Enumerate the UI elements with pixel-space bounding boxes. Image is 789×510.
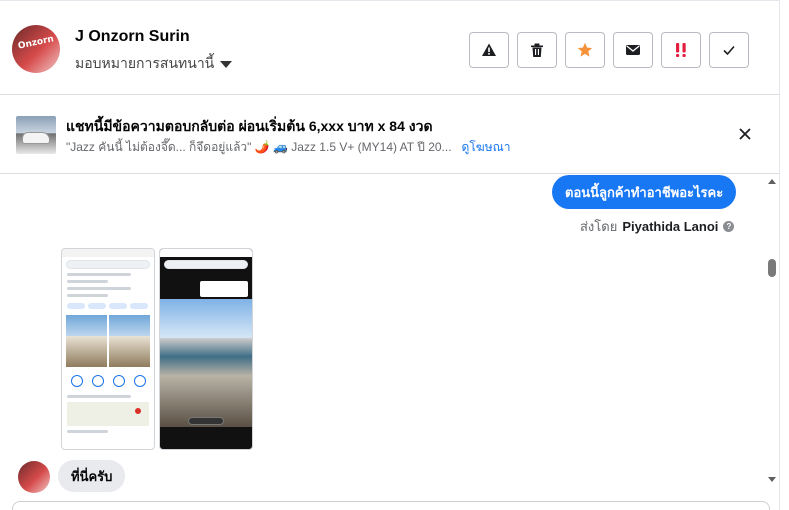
- mini-map: [67, 402, 149, 426]
- info-icon[interactable]: ?: [723, 221, 735, 232]
- phone-status-bar: [160, 249, 252, 257]
- incoming-message[interactable]: ที่นี่ครับ: [58, 460, 126, 492]
- street-view-pill: [188, 417, 224, 425]
- sent-by-prefix: ส่งโดย: [580, 219, 618, 234]
- envelope-icon: [626, 45, 640, 55]
- delete-button[interactable]: [517, 32, 557, 68]
- listing-text: [67, 395, 132, 398]
- listing-text: [67, 287, 132, 290]
- phone-status-bar: [62, 249, 154, 257]
- ad-subtitle: "Jazz คันนี้ ไม่ต้องจึ๊ด... ก็จึดอยู่แล้…: [66, 138, 510, 157]
- contact-avatar-small[interactable]: [18, 461, 50, 493]
- listing-text: [67, 294, 109, 297]
- header-actions: [469, 32, 749, 68]
- maps-search-bar: [164, 260, 248, 269]
- listing-tabs: [67, 303, 149, 309]
- trash-icon: [531, 43, 543, 57]
- image-attachment-maps-listing[interactable]: [61, 248, 155, 450]
- ad-title: แชทนี้มีข้อความตอบกลับต่อ ผ่อนเริ่มต้น 6…: [66, 118, 433, 134]
- scroll-down-arrow[interactable]: [768, 477, 776, 482]
- mark-done-button[interactable]: [709, 32, 749, 68]
- sent-by-line: ส่งโดย Piyathida Lanoi ?: [580, 216, 735, 237]
- conversation-panel: Onzorn J Onzorn Surin มอบหมายการสนทนานี้: [0, 0, 780, 510]
- car-image: [22, 132, 50, 144]
- spam-button[interactable]: [661, 32, 701, 68]
- listing-action-icons: [66, 375, 150, 387]
- maps-search-bar: [66, 260, 150, 269]
- listing-text: [67, 273, 132, 276]
- contact-name[interactable]: J Onzorn Surin: [75, 28, 190, 46]
- close-banner-button[interactable]: [734, 123, 756, 145]
- image-attachment-street-view[interactable]: [159, 248, 253, 450]
- scroll-up-arrow[interactable]: [768, 179, 776, 184]
- message-composer[interactable]: [12, 501, 770, 510]
- spam-icon: [676, 43, 686, 57]
- listing-photos: [66, 315, 150, 367]
- listing-text: [67, 430, 109, 433]
- listing-text: [67, 280, 109, 283]
- mark-unread-button[interactable]: [613, 32, 653, 68]
- report-button[interactable]: [469, 32, 509, 68]
- street-view-photo: [160, 299, 252, 427]
- warning-icon: [482, 43, 496, 56]
- scrollbar-thumb[interactable]: [768, 259, 776, 277]
- assign-conversation-dropdown[interactable]: มอบหมายการสนทนานี้: [75, 53, 233, 75]
- check-icon: [723, 45, 735, 56]
- follow-up-button[interactable]: [565, 32, 605, 68]
- avatar-text: Onzorn: [17, 34, 55, 52]
- contact-avatar[interactable]: Onzorn: [12, 25, 60, 73]
- message-thread[interactable]: ตอนนี้ลูกค้าทำอาชีพอะไรคะ ส่งโดย Piyathi…: [0, 175, 780, 501]
- ad-snippet: "Jazz คันนี้ ไม่ต้องจึ๊ด... ก็จึดอยู่แล้…: [66, 140, 452, 154]
- close-icon: [739, 128, 751, 140]
- street-view-label: [200, 281, 248, 297]
- outgoing-message[interactable]: ตอนนี้ลูกค้าทำอาชีพอะไรคะ: [552, 175, 737, 209]
- view-ad-link[interactable]: ดูโฆษณา: [462, 138, 511, 157]
- conversation-header: Onzorn J Onzorn Surin มอบหมายการสนทนานี้: [0, 5, 780, 95]
- ad-context-banner: แชทนี้มีข้อความตอบกลับต่อ ผ่อนเริ่มต้น 6…: [0, 96, 780, 174]
- ad-thumbnail[interactable]: [16, 116, 56, 154]
- caret-down-icon: [220, 61, 233, 68]
- assign-label: มอบหมายการสนทนานี้: [75, 55, 215, 71]
- sender-name: Piyathida Lanoi: [622, 219, 719, 234]
- star-icon: [577, 42, 593, 57]
